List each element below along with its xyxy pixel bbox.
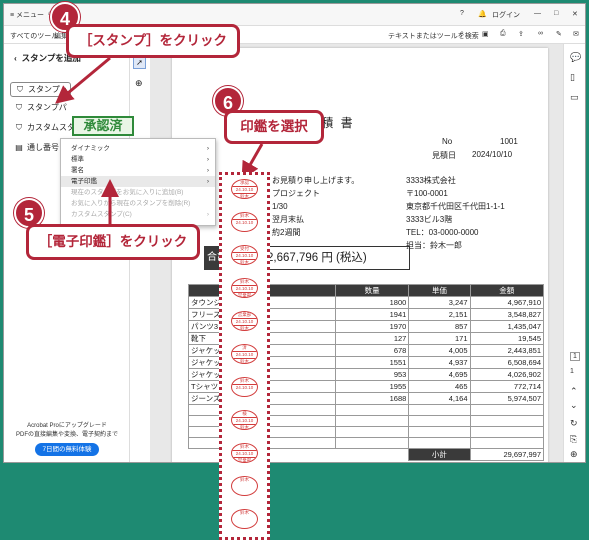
seal-option[interactable]: 受付 24.10.10 鈴木 <box>231 245 258 265</box>
seal-option[interactable]: 鈴木 24.10.10 営業部 <box>231 278 258 298</box>
seal-text: 24.10.10 <box>232 186 257 193</box>
seal-text: 鈴木 <box>232 193 257 198</box>
seal-option[interactable]: 鈴木 24.10.10 営業部 <box>231 443 258 463</box>
seal-option[interactable]: 鈴木 24.10.10 <box>231 212 258 232</box>
seal-option[interactable]: 営業部 24.10.10 鈴木 <box>231 311 258 331</box>
seal-text: 鈴木 <box>232 259 257 264</box>
seal-text: 24.10.10 <box>232 252 257 259</box>
seal-option[interactable]: 承認 24.10.10 鈴木 <box>231 179 258 199</box>
seal-option[interactable]: 鈴木 24.10.10 <box>231 377 258 397</box>
callout-arrows <box>55 56 264 224</box>
seal-option[interactable]: 済 24.10.10 鈴木 <box>231 344 258 364</box>
seal-text: 営業部 <box>232 292 257 297</box>
seal-text: 鈴木 <box>240 477 249 482</box>
arrow-to-stamp <box>55 56 111 104</box>
seal-text: 24.10.10 <box>232 318 257 325</box>
arrow-to-seal-strip <box>241 143 264 180</box>
seal-option[interactable]: 検 24.10.10 鈴木 <box>231 410 258 430</box>
seal-list: 承認 24.10.10 鈴木 鈴木 24.10.10 受付 24.10.10 鈴木 鈴木 24.1… <box>219 172 270 540</box>
seal-text: 鈴木 <box>232 424 257 429</box>
seal-text: 24.10.10 <box>232 450 257 457</box>
seal-text: 24.10.10 <box>232 219 257 226</box>
seal-text: 24.10.10 <box>232 417 257 424</box>
seal-option[interactable]: 鈴木 <box>231 509 258 529</box>
seal-text: 24.10.10 <box>232 285 257 292</box>
seal-option[interactable]: 鈴木 <box>231 476 258 496</box>
seal-text: 営業部 <box>232 457 257 462</box>
seal-text: 鈴木 <box>232 358 257 363</box>
seal-text: 24.10.10 <box>232 351 257 358</box>
seal-text: 鈴木 <box>232 325 257 330</box>
seal-text: 鈴木 <box>240 510 249 515</box>
seal-text: 24.10.10 <box>232 384 257 391</box>
